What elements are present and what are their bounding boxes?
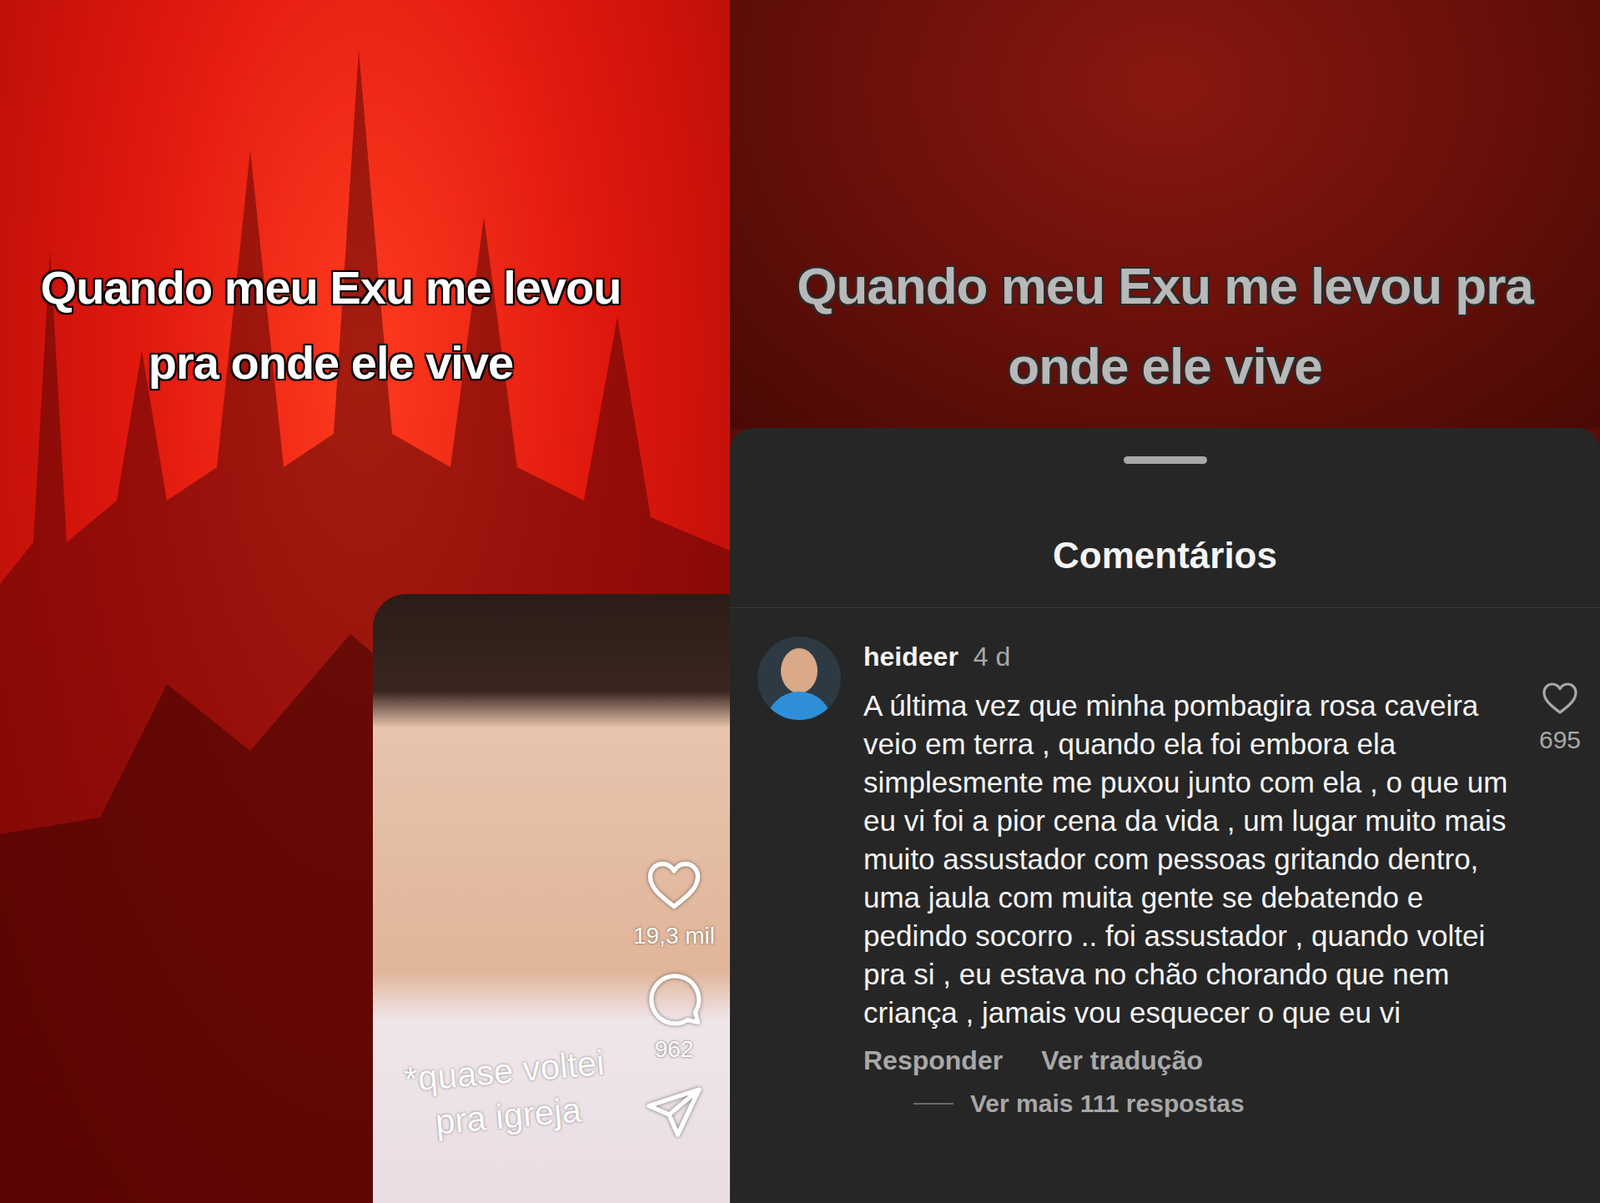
comment-actions: Responder Ver tradução: [863, 1031, 1515, 1077]
comment-like-count: 695: [1539, 724, 1581, 755]
heart-icon: [1539, 678, 1580, 719]
sheet-title: Comentários: [729, 463, 1600, 608]
comment-like-button[interactable]: 695: [1526, 636, 1594, 755]
comments-view: Quando meu Exu me levou pra onde ele viv…: [729, 0, 1600, 1203]
reel-view: Quando meu Exu me levou pra onde ele viv…: [0, 0, 730, 1203]
reel-caption: Quando meu Exu me levou pra onde ele viv…: [0, 0, 730, 401]
comment-action-button[interactable]: Responder: [863, 1043, 1003, 1077]
comment-age: 4 d: [973, 639, 1011, 674]
reel-sticker: *quase voltei pra igreja: [377, 1037, 635, 1150]
comment-meta: heideer 4 d: [863, 636, 1515, 674]
comment: heideer 4 dA última vez que minha pombagi…: [729, 608, 1600, 1119]
heart-icon: [644, 855, 705, 916]
comment-button[interactable]: 962: [644, 968, 705, 1064]
child-photo: *quase voltei pra igreja: [372, 593, 730, 1203]
reel-actions: 19,3 mil 962: [628, 855, 720, 1143]
comment-count: 962: [654, 1035, 695, 1064]
comment-body: heideer 4 dA última vez que minha pombagi…: [840, 636, 1515, 1119]
comment-action-button[interactable]: Ver tradução: [1041, 1043, 1203, 1077]
comments-sheet: Comentários heideer 4 dA última vez que mi…: [729, 427, 1600, 1203]
view-replies-text: Ver mais 111 respostas: [970, 1088, 1245, 1119]
dimmed-reel: Quando meu Exu me levou pra onde ele viv…: [729, 0, 1600, 429]
like-button[interactable]: 19,3 mil: [633, 855, 715, 951]
share-button[interactable]: [644, 1081, 705, 1143]
comment-text: A última vez que minha pombagira rosa ca…: [863, 673, 1515, 1032]
avatar-shirt: [765, 691, 833, 720]
view-replies-button[interactable]: Ver mais 111 respostas: [863, 1076, 1515, 1119]
sheet-handle[interactable]: [1123, 456, 1208, 464]
user-avatar[interactable]: [757, 636, 841, 720]
meme-screen: Quando meu Exu me levou pra onde ele viv…: [0, 0, 1600, 1203]
avatar-face: [780, 648, 818, 694]
reel-caption-dimmed: Quando meu Exu me levou pra onde ele viv…: [729, 0, 1600, 407]
username[interactable]: heideer: [863, 639, 959, 674]
comment-bubble-icon: [644, 968, 705, 1029]
replies-rule: [913, 1102, 954, 1105]
divider: [729, 607, 1600, 609]
like-count: 19,3 mil: [633, 921, 715, 951]
paper-plane-icon: [644, 1081, 705, 1143]
